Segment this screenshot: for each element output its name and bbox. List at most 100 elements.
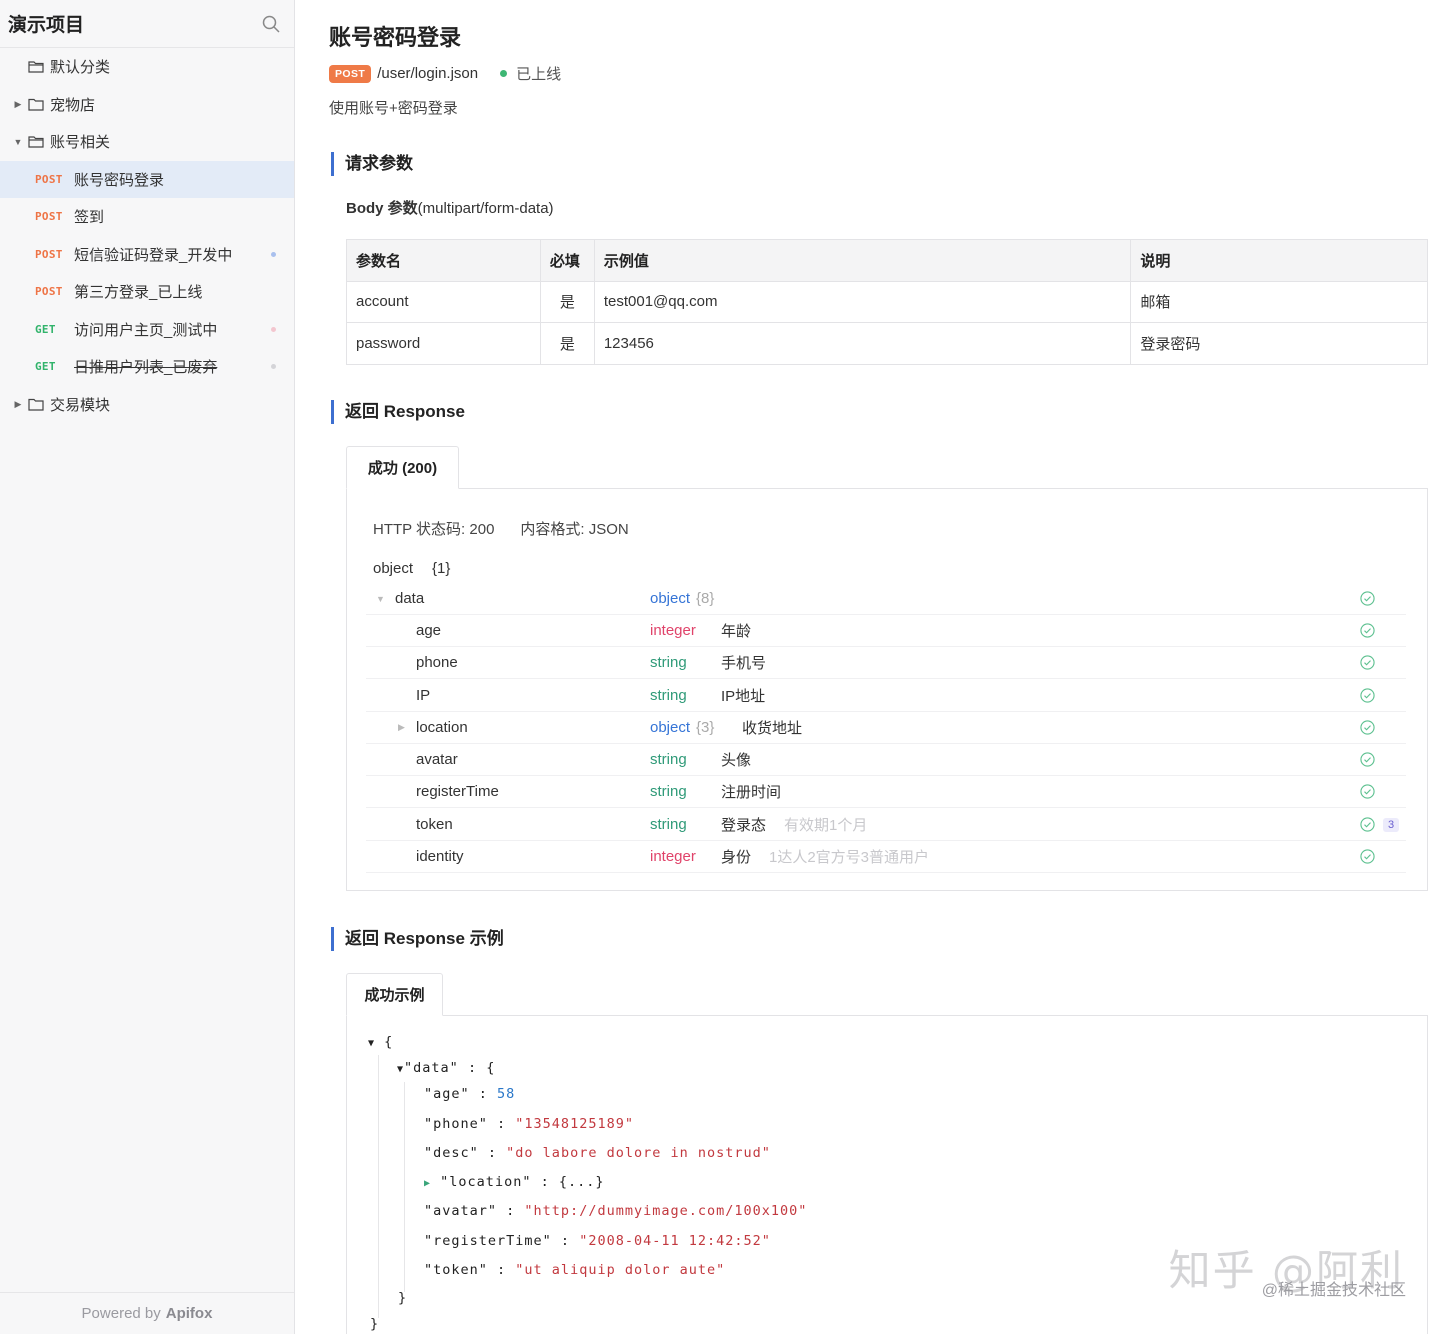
sidebar-api-label: 签到 (74, 209, 105, 227)
mock-count-badge[interactable]: 3 (1383, 817, 1400, 832)
sidebar-folder-label: 默认分类 (50, 59, 111, 77)
json-key: "avatar" (424, 1203, 498, 1219)
method-tag: GET (35, 360, 56, 374)
field-desc: 收货地址 (742, 720, 803, 737)
field-type: string (650, 816, 687, 833)
search-icon[interactable] (260, 13, 282, 35)
caret-right-icon[interactable]: ▶ (8, 99, 28, 110)
param-example: test001@qq.com (593, 280, 1132, 323)
sidebar-api-label: 日推用户列表_已废弃 (74, 359, 218, 377)
field-type-label: string (650, 783, 687, 800)
sidebar-folder-trade[interactable]: ▶ 交易模块 (0, 386, 294, 424)
body-params-label: Body 参数(multipart/form-data) (346, 197, 554, 218)
required-check-icon (1360, 784, 1375, 799)
schema-row: IP string IP地址 (366, 680, 1406, 712)
http-status: HTTP 状态码: 200 (373, 521, 495, 538)
field-count: {8} (696, 590, 715, 607)
tab-success-example[interactable]: 成功示例 (346, 973, 443, 1016)
expand-toggle-icon[interactable]: ▶ (424, 1178, 431, 1189)
sidebar-folder-default[interactable]: 默认分类 (0, 48, 294, 86)
field-type-label: integer (650, 622, 696, 639)
folder-icon (28, 397, 46, 411)
caret-right-icon[interactable]: ▶ (398, 722, 405, 733)
schema-row: ▼ data object {8} (366, 583, 1406, 615)
section-title-response: 返回 Response (331, 400, 465, 424)
indent-guide (404, 1082, 405, 1292)
field-count: {3} (696, 719, 715, 736)
json-line: "token" : "ut aliquip dolor aute" (424, 1262, 726, 1278)
field-note: 1达人2官方号3普通用户 (769, 849, 930, 866)
required-check-icon (1360, 623, 1375, 638)
sidebar-api-user-home[interactable]: GET 访问用户主页_测试中 (0, 311, 294, 349)
sidebar: 演示项目 默认分类 ▶ 宠物店 ▼ 账号相关 POST 账号密码登录 POST … (0, 0, 295, 1334)
api-path[interactable]: /user/login.json (377, 65, 478, 82)
status-dot (271, 326, 276, 332)
sidebar-folder-account[interactable]: ▼ 账号相关 (0, 123, 294, 161)
field-name: data (395, 590, 425, 607)
json-key: "token" (424, 1262, 488, 1278)
collapse-toggle-icon[interactable]: ▼ (368, 1038, 375, 1049)
field-name: phone (416, 654, 458, 671)
field-desc: 手机号 (721, 655, 767, 672)
body-label-bold: Body 参数 (346, 200, 418, 217)
required-check-icon (1360, 655, 1375, 670)
field-desc: 年龄 (721, 623, 752, 640)
param-desc: 邮箱 (1130, 280, 1428, 323)
field-name: IP (416, 687, 431, 704)
column-header: 说明 (1130, 239, 1428, 282)
json-line: ▼"data" : { (397, 1060, 496, 1076)
sidebar-api-label: 账号密码登录 (74, 171, 165, 189)
column-header: 参数名 (346, 239, 541, 282)
caret-right-icon[interactable]: ▶ (8, 399, 28, 410)
json-key: "location" (440, 1174, 532, 1190)
sidebar-folder-petstore[interactable]: ▶ 宠物店 (0, 86, 294, 124)
json-key: "age" (424, 1086, 470, 1102)
json-value: "do labore dolore in nostrud" (506, 1145, 771, 1161)
sidebar-api-sms-login[interactable]: POST 短信验证码登录_开发中 (0, 236, 294, 274)
json-brace: { (384, 1034, 394, 1050)
params-table: 参数名 必填 示例值 说明 account 是 test001@qq.com 邮… (346, 239, 1428, 365)
schema-row: phone string 手机号 (366, 647, 1406, 679)
sidebar-footer: Powered by Apifox (0, 1292, 294, 1334)
watermark-caption: @稀土掘金技术社区 (1261, 1282, 1406, 1299)
field-type-label: object (650, 590, 691, 607)
sidebar-api-login[interactable]: POST 账号密码登录 (0, 160, 294, 198)
param-example: 123456 (593, 322, 1132, 365)
caret-down-icon[interactable]: ▼ (376, 594, 385, 604)
json-line: "desc" : "do labore dolore in nostrud" (424, 1145, 771, 1161)
field-type: integer (650, 848, 696, 865)
json-key: "desc" (424, 1145, 479, 1161)
status-dot (271, 364, 276, 369)
sidebar-api-daily-users[interactable]: GET 日推用户列表_已废弃 (0, 348, 294, 386)
sidebar-header: 演示项目 (0, 0, 294, 48)
tab-success-200[interactable]: 成功 (200) (346, 446, 459, 489)
json-line: "registerTime" : "2008-04-11 12:42:52" (424, 1233, 771, 1249)
param-desc: 登录密码 (1130, 322, 1428, 365)
api-status: 已上线 (516, 66, 562, 83)
root-count: {1} (432, 559, 451, 577)
required-check-icon (1360, 817, 1375, 832)
json-value[interactable]: {...} (559, 1174, 605, 1190)
field-type: integer (650, 622, 696, 639)
field-type-label: string (650, 751, 687, 768)
json-key: "data" (404, 1060, 459, 1076)
required-check-icon (1360, 752, 1375, 767)
section-title-example: 返回 Response 示例 (331, 927, 504, 951)
field-name: identity (416, 848, 464, 865)
caret-down-icon[interactable]: ▼ (8, 137, 28, 147)
required-check-icon (1360, 591, 1375, 606)
sidebar-api-checkin[interactable]: POST 签到 (0, 198, 294, 236)
param-required: 是 (539, 322, 595, 365)
schema-root-row: object {1} (366, 552, 1406, 584)
table-row: password 是 123456 登录密码 (346, 322, 1428, 365)
method-tag: POST (35, 210, 63, 224)
sidebar-api-label: 访问用户主页_测试中 (74, 321, 218, 339)
footer-brand[interactable]: Apifox (166, 1305, 213, 1322)
schema-row: avatar string 头像 (366, 744, 1406, 776)
field-name: registerTime (416, 783, 499, 800)
field-type: string (650, 687, 687, 704)
method-tag: GET (35, 322, 56, 336)
field-type-label: integer (650, 848, 696, 865)
collapse-toggle-icon[interactable]: ▼ (397, 1064, 404, 1075)
sidebar-api-oauth-login[interactable]: POST 第三方登录_已上线 (0, 273, 294, 311)
